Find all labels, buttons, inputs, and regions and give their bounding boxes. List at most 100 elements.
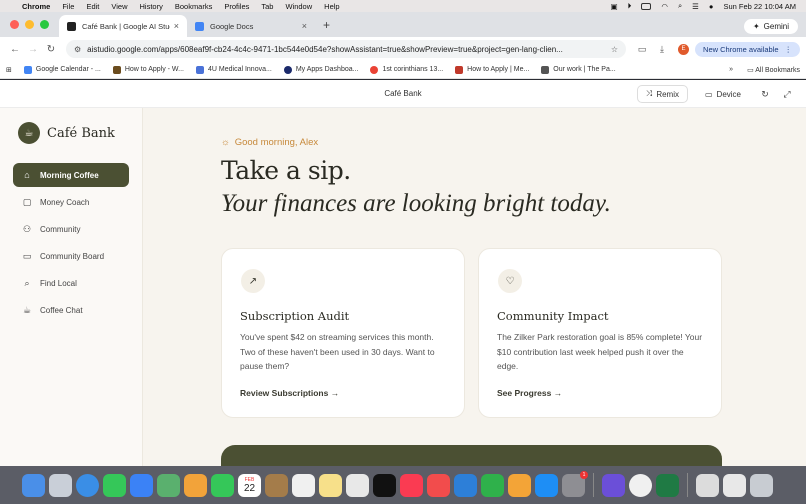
apps-grid-icon[interactable]: ⊞ — [6, 66, 12, 74]
contacts-icon[interactable] — [265, 473, 288, 497]
facetime-icon[interactable] — [211, 473, 234, 497]
sidebar-item-money-coach[interactable]: ▢ Money Coach — [13, 190, 129, 214]
messages-icon[interactable] — [103, 473, 126, 497]
trash-icon[interactable] — [750, 473, 773, 497]
battery-icon[interactable] — [641, 2, 652, 10]
menu-help[interactable]: Help — [324, 2, 339, 11]
bookmark-item[interactable]: 4U Medical Innova... — [196, 65, 272, 74]
sidebar-item-morning-coffee[interactable]: ⌂ Morning Coffee — [13, 163, 129, 187]
keynote-icon[interactable] — [454, 473, 477, 497]
new-tab-icon[interactable]: + — [315, 18, 338, 37]
menu-edit[interactable]: Edit — [86, 2, 99, 11]
brand-name: Café Bank — [47, 125, 115, 141]
address-bar[interactable]: ⚙ aistudio.google.com/apps/608eaf9f-cb24… — [66, 40, 627, 58]
pages-icon[interactable] — [508, 473, 531, 497]
refresh-icon[interactable]: ↻ — [758, 89, 772, 100]
profile-avatar[interactable]: E — [678, 43, 690, 55]
all-bookmarks-button[interactable]: ▭ All Bookmarks — [747, 66, 800, 74]
bookmarks-overflow-icon[interactable]: » — [729, 66, 733, 73]
reload-icon[interactable]: ↻ — [42, 44, 60, 55]
sidebar-item-community[interactable]: ⚇ Community — [13, 217, 129, 241]
notes-icon[interactable] — [319, 473, 342, 497]
recent-window-icon[interactable] — [723, 473, 746, 497]
bookmark-item[interactable]: 1st corinthians 13... — [370, 65, 443, 74]
back-icon[interactable]: ← — [6, 44, 24, 55]
sidebar-item-label: Community — [40, 224, 81, 234]
recent-window-icon[interactable] — [696, 473, 719, 497]
remix-icon: ⤨ — [645, 89, 653, 98]
bookmark-item[interactable]: My Apps Dashboa... — [283, 65, 359, 74]
update-chrome-button[interactable]: New Chrome available ⋮ — [695, 41, 800, 57]
tab-cafe-bank[interactable]: Café Bank | Google AI Studio × — [59, 15, 187, 37]
cast-icon[interactable]: ▭ — [632, 44, 652, 55]
bookmark-item[interactable]: How to Apply - W... — [112, 65, 184, 74]
sidebar-item-find-local[interactable]: ⌕ Find Local — [13, 271, 129, 295]
sidebar-item-community-board[interactable]: ▭ Community Board — [13, 244, 129, 268]
control-center-icon[interactable]: ☰ — [692, 2, 699, 11]
calendar-icon[interactable]: FEB 22 — [238, 473, 261, 497]
numbers-icon[interactable] — [481, 473, 504, 497]
sidebar-item-label: Community Board — [40, 251, 105, 261]
device-button[interactable]: ▭ Device — [696, 85, 750, 103]
siri-icon[interactable]: ● — [709, 2, 714, 11]
play-icon[interactable]: ⏵ — [628, 1, 632, 11]
app-store-icon[interactable] — [535, 473, 558, 497]
card-body: The Zilker Park restoration goal is 85% … — [497, 332, 703, 371]
apple-tv-icon[interactable] — [373, 473, 396, 497]
spotlight-search-icon[interactable]: ⌕ — [678, 1, 682, 11]
fullscreen-icon[interactable]: ⤢ — [780, 89, 794, 100]
bookmark-item[interactable]: Google Calendar - ... — [23, 65, 101, 74]
wifi-icon[interactable]: ◠ — [661, 2, 668, 11]
screen-record-icon[interactable]: ▣ — [611, 2, 618, 11]
bookmark-label: Google Calendar - ... — [35, 66, 101, 73]
launchpad-icon[interactable] — [49, 473, 72, 497]
bookmark-item[interactable]: Our work | The Pa... — [541, 65, 616, 74]
gemini-button[interactable]: ✦ Gemini — [743, 19, 798, 34]
bookmark-label: Our work | The Pa... — [553, 66, 616, 73]
mail-icon[interactable] — [130, 473, 153, 497]
bookmark-item[interactable]: How to Apply | Me... — [455, 65, 529, 74]
url-text[interactable]: aistudio.google.com/apps/608eaf9f-cb24-4… — [87, 45, 605, 54]
safari-icon[interactable] — [76, 473, 99, 497]
coffee-icon: ☕ — [22, 304, 32, 315]
forward-icon[interactable]: → — [24, 44, 42, 55]
news-icon[interactable] — [427, 473, 450, 497]
music-icon[interactable] — [400, 473, 423, 497]
menu-history[interactable]: History — [140, 2, 163, 11]
menu-view[interactable]: View — [111, 2, 127, 11]
menu-app-name[interactable]: Chrome — [22, 2, 50, 11]
close-tab-icon[interactable]: × — [174, 21, 179, 31]
freeform-icon[interactable] — [346, 473, 369, 497]
excel-icon[interactable] — [656, 473, 679, 497]
bookmark-label: My Apps Dashboa... — [295, 66, 359, 73]
sidebar-item-coffee-chat[interactable]: ☕ Coffee Chat — [13, 298, 129, 322]
ai-app-icon[interactable] — [602, 473, 625, 497]
menu-tab[interactable]: Tab — [261, 2, 273, 11]
chrome-icon[interactable] — [629, 473, 652, 497]
site-info-icon[interactable]: ⚙ — [74, 45, 81, 54]
review-subscriptions-link[interactable]: Review Subscriptions → — [240, 388, 339, 398]
close-window-button[interactable] — [10, 20, 19, 29]
remix-button[interactable]: ⤨ Remix — [636, 85, 688, 103]
close-tab-icon[interactable]: × — [302, 21, 307, 31]
maps-icon[interactable] — [157, 473, 180, 497]
browser-toolbar: ← → ↻ ⚙ aistudio.google.com/apps/608eaf9… — [0, 37, 806, 61]
maximize-window-button[interactable] — [40, 20, 49, 29]
tab-google-docs[interactable]: Google Docs × — [187, 15, 315, 37]
reminders-icon[interactable] — [292, 473, 315, 497]
menu-profiles[interactable]: Profiles — [224, 2, 249, 11]
photos-icon[interactable] — [184, 473, 207, 497]
system-settings-icon[interactable]: 1 — [562, 470, 588, 497]
download-icon[interactable]: ⤓ — [652, 44, 672, 55]
page-title: Take a sip. — [221, 156, 351, 185]
finder-icon[interactable] — [22, 473, 45, 497]
see-progress-link[interactable]: See Progress → — [497, 388, 562, 398]
menu-bookmarks[interactable]: Bookmarks — [175, 2, 213, 11]
menubar-clock[interactable]: Sun Feb 22 10:04 AM — [723, 2, 796, 11]
menu-file[interactable]: File — [62, 2, 74, 11]
bookmark-star-icon[interactable]: ☆ — [611, 45, 618, 54]
menu-window[interactable]: Window — [285, 2, 312, 11]
calendar-day: 22 — [243, 482, 256, 494]
minimize-window-button[interactable] — [25, 20, 34, 29]
page-subtitle: Your finances are looking bright today. — [221, 190, 611, 217]
